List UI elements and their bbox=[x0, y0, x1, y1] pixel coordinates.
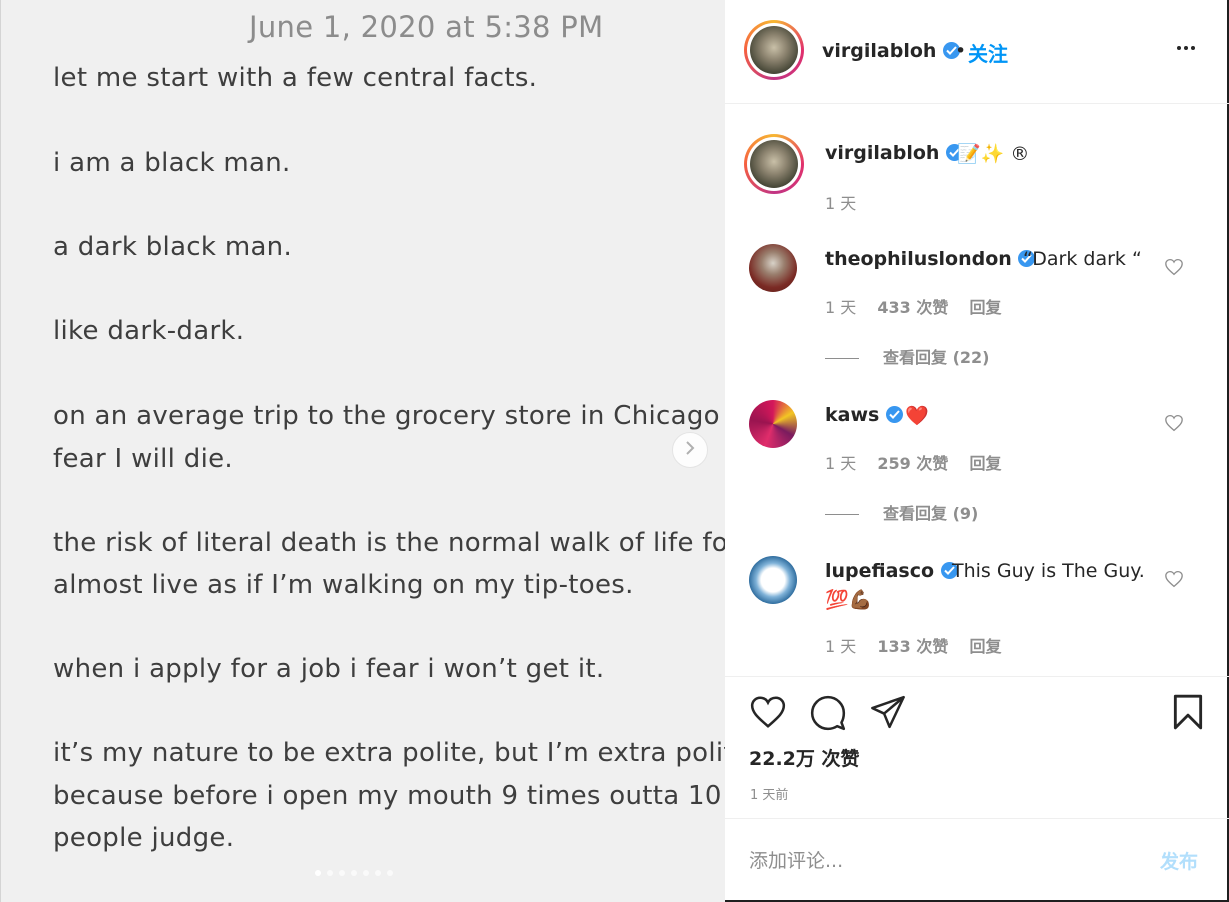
note-date: June 1, 2020 at 5:38 PM bbox=[249, 10, 604, 44]
note-line: like dark-dark. bbox=[53, 316, 245, 346]
comment-time[interactable]: 1 天 bbox=[825, 298, 856, 317]
view-replies-label[interactable]: 查看回复 (22) bbox=[883, 348, 989, 367]
comment-like-heart-icon[interactable] bbox=[1164, 570, 1184, 588]
comment-username[interactable]: theophiluslondon bbox=[825, 248, 1012, 270]
separator-dot: • bbox=[955, 40, 967, 62]
commenter-avatar[interactable] bbox=[749, 556, 797, 604]
caption-time[interactable]: 1 天 bbox=[825, 190, 856, 214]
note-line: when i apply for a job i fear i won’t ge… bbox=[53, 654, 605, 684]
note-line: almost live as if I’m walking on my tip-… bbox=[53, 570, 634, 600]
chevron-right-icon bbox=[684, 440, 696, 460]
comment-divider bbox=[725, 818, 1229, 819]
comment-text-emoji: 💯💪🏾 bbox=[825, 589, 873, 611]
comment-text: This Guy is The Guy. bbox=[952, 560, 1145, 582]
next-slide-button[interactable] bbox=[672, 432, 708, 468]
header-divider bbox=[725, 103, 1229, 104]
caption-username[interactable]: virgilabloh bbox=[825, 142, 939, 164]
actions-divider bbox=[725, 676, 1229, 677]
caption-text: 📝✨ ® bbox=[957, 143, 1030, 165]
comment-likes[interactable]: 433 次赞 bbox=[877, 298, 948, 317]
comment-like-heart-icon[interactable] bbox=[1164, 258, 1184, 276]
comment-meta: 1 天 433 次赞 回复 bbox=[825, 294, 1001, 318]
verified-badge-icon bbox=[885, 406, 903, 423]
view-replies-button[interactable]: 查看回复 (9) bbox=[825, 500, 978, 524]
comment-time[interactable]: 1 天 bbox=[825, 454, 856, 473]
reply-button[interactable]: 回复 bbox=[969, 637, 1001, 656]
note-line: it’s my nature to be extra polite, but I… bbox=[53, 738, 725, 768]
carousel-dot[interactable] bbox=[387, 870, 393, 876]
comment-like-heart-icon[interactable] bbox=[1164, 414, 1184, 432]
carousel-dot[interactable] bbox=[363, 870, 369, 876]
note-line: fear I will die. bbox=[53, 444, 233, 474]
paper-plane-icon[interactable] bbox=[869, 694, 907, 730]
note-line: the risk of literal death is the normal … bbox=[53, 528, 725, 558]
post-comment-button[interactable]: 发布 bbox=[1160, 847, 1198, 874]
comment-author[interactable]: lupefiasco bbox=[825, 560, 958, 582]
author-avatar[interactable] bbox=[744, 20, 804, 80]
comment-text: ❤️ bbox=[905, 405, 929, 427]
comment-meta: 1 天 259 次赞 回复 bbox=[825, 450, 1001, 474]
carousel-dot[interactable] bbox=[327, 870, 333, 876]
post-details-panel: virgilabloh • 关注 virgilabloh 📝✨ ® 1 天 th… bbox=[725, 0, 1229, 902]
carousel-dot[interactable] bbox=[339, 870, 345, 876]
reply-button[interactable]: 回复 bbox=[969, 454, 1001, 473]
note-line: because before i open my mouth 9 times o… bbox=[53, 781, 725, 811]
note-line: let me start with a few central facts. bbox=[53, 63, 538, 93]
commenter-avatar[interactable] bbox=[749, 400, 797, 448]
caption-author[interactable]: virgilabloh bbox=[825, 142, 964, 164]
comment-author[interactable]: kaws bbox=[825, 404, 903, 426]
comment-icon[interactable] bbox=[809, 694, 847, 732]
heart-icon[interactable] bbox=[749, 694, 787, 730]
post-media: June 1, 2020 at 5:38 PM let me start wit… bbox=[0, 0, 725, 902]
more-options-icon[interactable] bbox=[1177, 46, 1195, 50]
comment-text: “Dark dark “ bbox=[1023, 248, 1142, 270]
note-line: i am a black man. bbox=[53, 148, 291, 178]
comment-likes[interactable]: 133 次赞 bbox=[877, 637, 948, 656]
comment-author[interactable]: theophiluslondon bbox=[825, 248, 1036, 270]
comment-time[interactable]: 1 天 bbox=[825, 637, 856, 656]
carousel-dot[interactable] bbox=[351, 870, 357, 876]
comment-username[interactable]: lupefiasco bbox=[825, 560, 934, 582]
comment-meta: 1 天 133 次赞 回复 bbox=[825, 633, 1001, 657]
carousel-dots bbox=[315, 870, 393, 876]
comment-likes[interactable]: 259 次赞 bbox=[877, 454, 948, 473]
note-line: on an average trip to the grocery store … bbox=[53, 401, 725, 431]
comment-username[interactable]: kaws bbox=[825, 404, 879, 426]
note-line: people judge. bbox=[53, 823, 235, 853]
author-header-name[interactable]: virgilabloh bbox=[822, 40, 961, 62]
bookmark-icon[interactable] bbox=[1171, 693, 1205, 731]
reply-button[interactable]: 回复 bbox=[969, 298, 1001, 317]
follow-button[interactable]: 关注 bbox=[968, 38, 1008, 67]
likes-count[interactable]: 22.2万 次赞 bbox=[749, 744, 860, 771]
note-line: a dark black man. bbox=[53, 232, 293, 262]
carousel-dot[interactable] bbox=[315, 870, 321, 876]
view-replies-label[interactable]: 查看回复 (9) bbox=[883, 504, 978, 523]
author-username[interactable]: virgilabloh bbox=[822, 40, 936, 62]
commenter-avatar[interactable] bbox=[749, 244, 797, 292]
carousel-dot[interactable] bbox=[375, 870, 381, 876]
caption-avatar[interactable] bbox=[744, 134, 804, 194]
comment-input[interactable] bbox=[749, 845, 1149, 877]
posted-time[interactable]: 1 天前 bbox=[750, 784, 788, 803]
view-replies-button[interactable]: 查看回复 (22) bbox=[825, 344, 989, 368]
